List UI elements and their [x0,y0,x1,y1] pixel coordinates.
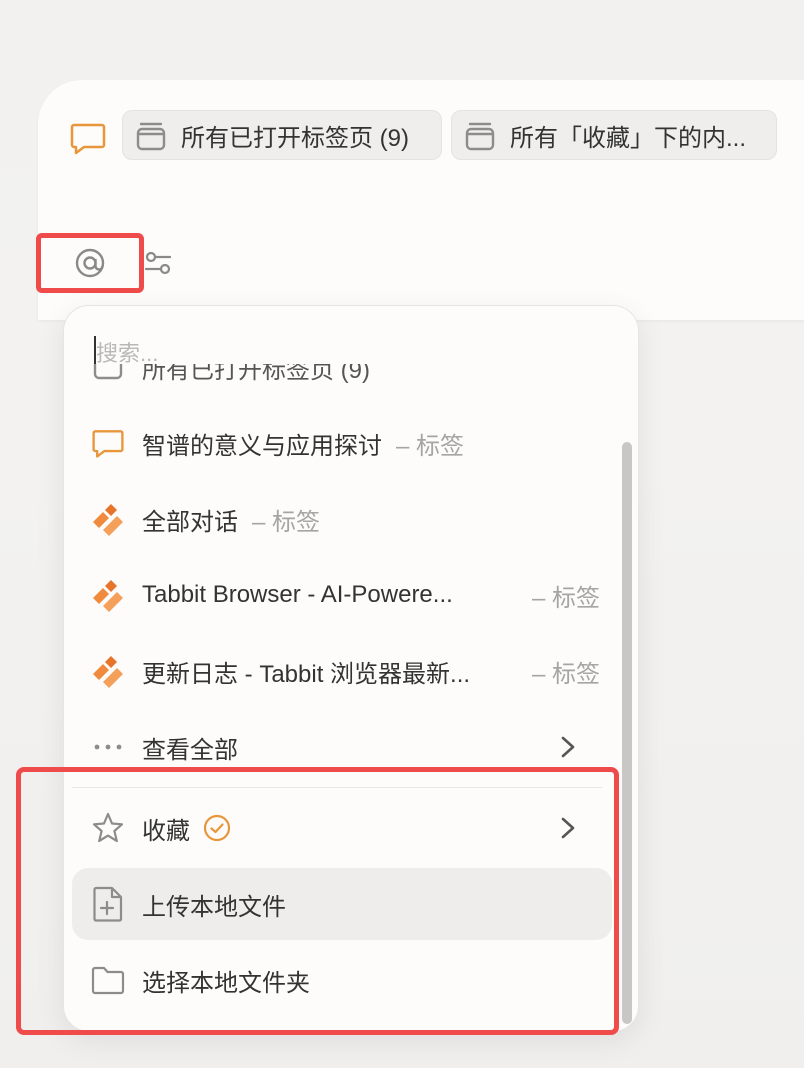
chat-bubble-icon [92,430,124,458]
list-item-tab[interactable]: Tabbit Browser - AI-Powere... – 标签 [72,559,612,631]
more-dots-icon [94,744,122,750]
choose-folder-item[interactable]: 选择本地文件夹 [72,944,612,1016]
list-item-tag: – 标签 [252,508,321,536]
tabbit-logo-icon [93,656,123,688]
list-item-partially-hidden: 所有已打开标签页 (9) [86,364,566,384]
list-item-tag: – 标签 [531,660,600,688]
chat-bubble-icon [70,123,106,155]
star-icon [92,812,124,843]
list-item-title: 更新日志 - Tabbit 浏览器最新... [142,660,471,688]
list-item-tab[interactable]: 更新日志 - Tabbit 浏览器最新... – 标签 [72,635,612,707]
file-add-icon [93,886,123,922]
context-chip-open-tabs[interactable]: 所有已打开标签页 (9) [122,110,442,160]
view-all-label: 查看全部 [142,736,238,764]
mention-dropdown: 搜索... 所有已打开标签页 (9) 智谱的意义与应用探讨 – 标签 全部对话 … [63,305,639,1032]
list-item-title: 全部对话 [142,508,238,536]
mention-button[interactable] [36,233,144,293]
scrollbar[interactable] [622,442,632,1024]
list-item-tab[interactable]: 全部对话 – 标签 [72,483,612,555]
list-item-label: 所有已打开标签页 (9) [142,364,370,384]
tabs-stack-icon [93,364,123,380]
upload-file-label: 上传本地文件 [142,893,286,921]
folder-icon [91,966,125,995]
upload-file-item[interactable]: 上传本地文件 [72,868,612,940]
tabs-stack-icon [465,122,495,151]
menu-divider [72,787,602,788]
favorites-item[interactable]: 收藏 [72,792,612,864]
chevron-right-icon [561,817,575,839]
at-sign-icon [75,248,105,278]
choose-folder-label: 选择本地文件夹 [142,969,310,997]
tabs-stack-icon [136,122,166,151]
list-item-tab[interactable]: 智谱的意义与应用探讨 – 标签 [72,407,612,479]
list-item-tag: – 标签 [396,432,465,460]
chevron-right-icon [561,736,575,758]
chip-label: 所有「收藏」下的内... [510,124,747,152]
list-item-title: 智谱的意义与应用探讨 [142,432,382,460]
chip-label: 所有已打开标签页 (9) [181,124,409,152]
favorites-label: 收藏 [142,817,190,845]
tabbit-logo-icon [93,580,123,612]
view-all-item[interactable]: 查看全部 [72,711,612,783]
sliders-icon[interactable] [143,248,173,278]
list-item-title: Tabbit Browser - AI-Powere... [142,581,453,608]
context-chip-favorites[interactable]: 所有「收藏」下的内... [451,110,777,160]
check-circle-icon [203,814,231,842]
tabbit-logo-icon [93,504,123,536]
list-item-tag: – 标签 [531,584,600,612]
